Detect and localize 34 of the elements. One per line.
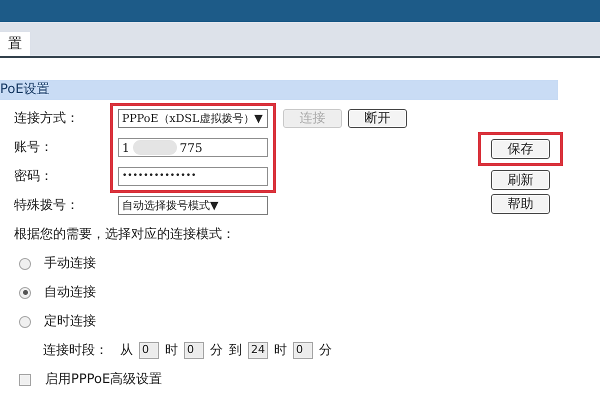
- time-field[interactable]: 0: [139, 342, 159, 359]
- field-label: 密码：: [13, 168, 54, 186]
- radio-button[interactable]: [19, 286, 31, 298]
- special-dial-dropdown[interactable]: 自动选择拨号模式▼: [118, 196, 268, 215]
- time-field[interactable]: 0: [184, 342, 204, 359]
- unit-label: 分: [210, 342, 223, 360]
- section-header: PoE设置: [0, 80, 558, 100]
- unit-label: 时: [165, 342, 178, 360]
- refresh-button[interactable]: 刷新: [491, 170, 550, 190]
- checkbox-label: 启用PPPoE高级设置: [45, 370, 162, 389]
- radio-button[interactable]: [19, 316, 31, 328]
- settings-tab[interactable]: 置: [0, 32, 30, 56]
- unit-label: 时: [274, 342, 287, 360]
- mode-prompt: 根据您的需要，选择对应的连接模式：: [13, 226, 235, 244]
- account-field[interactable]: 1 775: [118, 138, 268, 157]
- schedule-label: 连接时段：: [43, 342, 108, 360]
- password-field[interactable]: ••••••••••••••: [118, 167, 268, 186]
- radio-label: 定时连接: [44, 312, 96, 331]
- to-label: 到: [229, 342, 242, 360]
- from-label: 从: [120, 342, 133, 360]
- radio-label: 自动连接: [44, 284, 96, 302]
- radio-label: 手动连接: [44, 254, 96, 273]
- field-label: 连接方式：: [13, 110, 80, 128]
- disconnect-button[interactable]: 断开: [348, 109, 407, 128]
- field-label: 账号：: [13, 138, 54, 157]
- time-field[interactable]: 0: [293, 342, 313, 359]
- checkbox[interactable]: [19, 374, 31, 386]
- connection-type-dropdown[interactable]: PPPoE（xDSL虚拟拨号）▼: [118, 109, 268, 128]
- field-label: 特殊拨号：: [13, 196, 80, 215]
- unit-label: 分: [319, 342, 332, 360]
- help-button[interactable]: 帮助: [491, 194, 550, 214]
- save-button[interactable]: 保存: [491, 139, 550, 159]
- time-field[interactable]: 24: [248, 342, 268, 359]
- radio-button[interactable]: [19, 258, 31, 270]
